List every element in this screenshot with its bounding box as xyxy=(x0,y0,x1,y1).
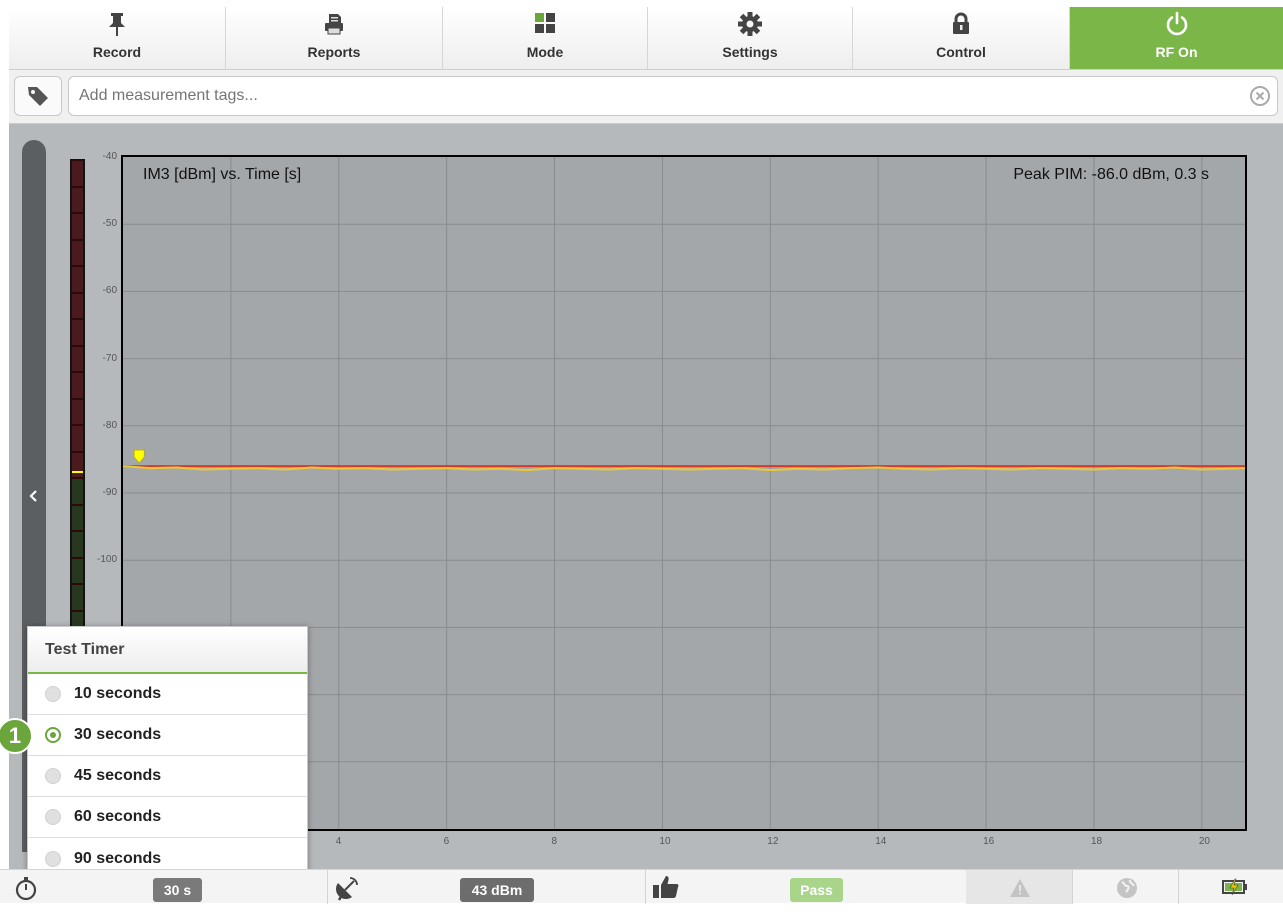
clear-circle-icon[interactable] xyxy=(1249,85,1271,107)
meter-segment xyxy=(72,240,83,265)
x-tick-label: 14 xyxy=(875,836,887,847)
y-tick-label: -70 xyxy=(102,352,117,364)
stopwatch-icon[interactable] xyxy=(14,875,38,909)
x-tick-label: 4 xyxy=(335,836,342,847)
mode-button[interactable]: Mode xyxy=(443,7,648,69)
radio-button[interactable] xyxy=(45,809,61,825)
x-tick-label: 8 xyxy=(551,836,558,847)
settings-button[interactable]: Settings xyxy=(648,7,853,69)
timer-option[interactable]: 30 seconds xyxy=(28,715,307,756)
meter-segment xyxy=(72,452,83,477)
timer-option-label: 45 seconds xyxy=(74,767,162,784)
meter-segment xyxy=(72,267,83,292)
chart-title: IM3 [dBm] vs. Time [s] xyxy=(143,166,302,183)
power-icon xyxy=(1166,11,1187,36)
meter-segment xyxy=(72,346,83,371)
printer-icon xyxy=(325,14,343,35)
meter-segment xyxy=(72,426,83,451)
main-toolbar: Record Reports Mode Settings Control RF … xyxy=(9,7,1283,70)
meter-segment xyxy=(72,585,83,610)
radio-button[interactable] xyxy=(45,686,61,702)
x-tick-label: 16 xyxy=(983,836,995,847)
control-label: Control xyxy=(936,44,986,60)
timer-option-label: 60 seconds xyxy=(74,808,162,825)
lock-icon xyxy=(953,12,969,34)
y-tick-label: -90 xyxy=(102,487,117,498)
meter-segment xyxy=(72,161,83,186)
x-tick-label: 6 xyxy=(443,836,450,847)
tag-icon xyxy=(28,87,48,106)
meter-segment xyxy=(72,373,83,398)
timer-option[interactable]: 10 seconds xyxy=(28,674,307,715)
rf-on-button[interactable]: RF On xyxy=(1070,7,1283,69)
reports-label: Reports xyxy=(307,44,361,60)
grid-icon xyxy=(535,13,555,33)
pushpin-icon xyxy=(109,13,125,36)
y-tick-label: -100 xyxy=(96,554,117,566)
peak-pim-annotation: Peak PIM: -86.0 dBm, 0.3 s xyxy=(1013,166,1209,183)
y-tick-label: -50 xyxy=(102,218,117,230)
x-tick-label: 12 xyxy=(767,836,779,847)
settings-label: Settings xyxy=(722,44,778,60)
y-tick-label: -60 xyxy=(102,285,117,297)
status-divider xyxy=(1072,870,1073,904)
meter-segment xyxy=(72,532,83,557)
measurement-tags-input[interactable] xyxy=(68,76,1278,116)
timer-option-label: 90 seconds xyxy=(74,849,162,867)
meter-level-marker xyxy=(72,471,83,473)
meter-segment xyxy=(72,293,83,318)
x-tick-label: 10 xyxy=(659,836,671,847)
peak-marker xyxy=(133,449,145,464)
result-pill[interactable]: Pass xyxy=(790,878,843,902)
meter-segment xyxy=(72,558,83,583)
control-button[interactable]: Control xyxy=(853,7,1070,69)
meter-segment xyxy=(72,187,83,212)
timer-option-label: 10 seconds xyxy=(74,685,162,702)
timer-value-pill[interactable]: 30 s xyxy=(153,878,202,902)
globe-icon[interactable] xyxy=(1115,876,1139,910)
mode-label: Mode xyxy=(526,44,564,60)
record-label: Record xyxy=(92,44,142,60)
timer-option-label: 30 seconds xyxy=(74,726,162,743)
meter-segment xyxy=(72,320,83,345)
status-bar: 30 s 43 dBm Pass xyxy=(0,869,1283,904)
y-tick-label: -80 xyxy=(102,419,117,431)
power-value-pill[interactable]: 43 dBm xyxy=(460,878,534,902)
status-divider xyxy=(645,870,646,904)
x-tick-label: 20 xyxy=(1198,836,1210,847)
level-meter xyxy=(70,159,85,639)
popup-title: Test Timer xyxy=(28,627,307,674)
rf-on-label: RF On xyxy=(1155,44,1198,60)
timer-option[interactable]: 45 seconds xyxy=(28,756,307,797)
record-button[interactable]: Record xyxy=(9,7,226,69)
test-timer-popup: Test Timer 10 seconds 30 seconds 45 second… xyxy=(27,626,308,881)
x-tick-label: 18 xyxy=(1090,836,1103,847)
timer-options-list: 10 seconds 30 seconds 45 seconds 60 seconds… xyxy=(28,674,307,879)
measurement-tags-bar xyxy=(9,70,1283,124)
warning-cell[interactable] xyxy=(966,870,1072,904)
reports-button[interactable]: Reports xyxy=(226,7,443,69)
meter-segment xyxy=(72,505,83,530)
y-tick-label: -40 xyxy=(102,151,117,162)
meter-segment xyxy=(72,399,83,424)
warning-icon xyxy=(1010,879,1030,897)
battery-charging-icon[interactable] xyxy=(1222,878,1248,912)
timer-option[interactable]: 60 seconds xyxy=(28,797,307,838)
antenna-icon[interactable] xyxy=(334,875,360,909)
gear-icon xyxy=(738,12,762,36)
radio-button[interactable] xyxy=(45,727,61,743)
meter-segment xyxy=(72,214,83,239)
status-divider xyxy=(327,870,328,904)
meter-segment xyxy=(72,479,83,504)
radio-button[interactable] xyxy=(45,850,61,867)
radio-button[interactable] xyxy=(45,768,61,784)
chevron-left-icon xyxy=(29,490,37,502)
status-divider xyxy=(1178,870,1179,904)
tag-button[interactable] xyxy=(14,76,62,116)
